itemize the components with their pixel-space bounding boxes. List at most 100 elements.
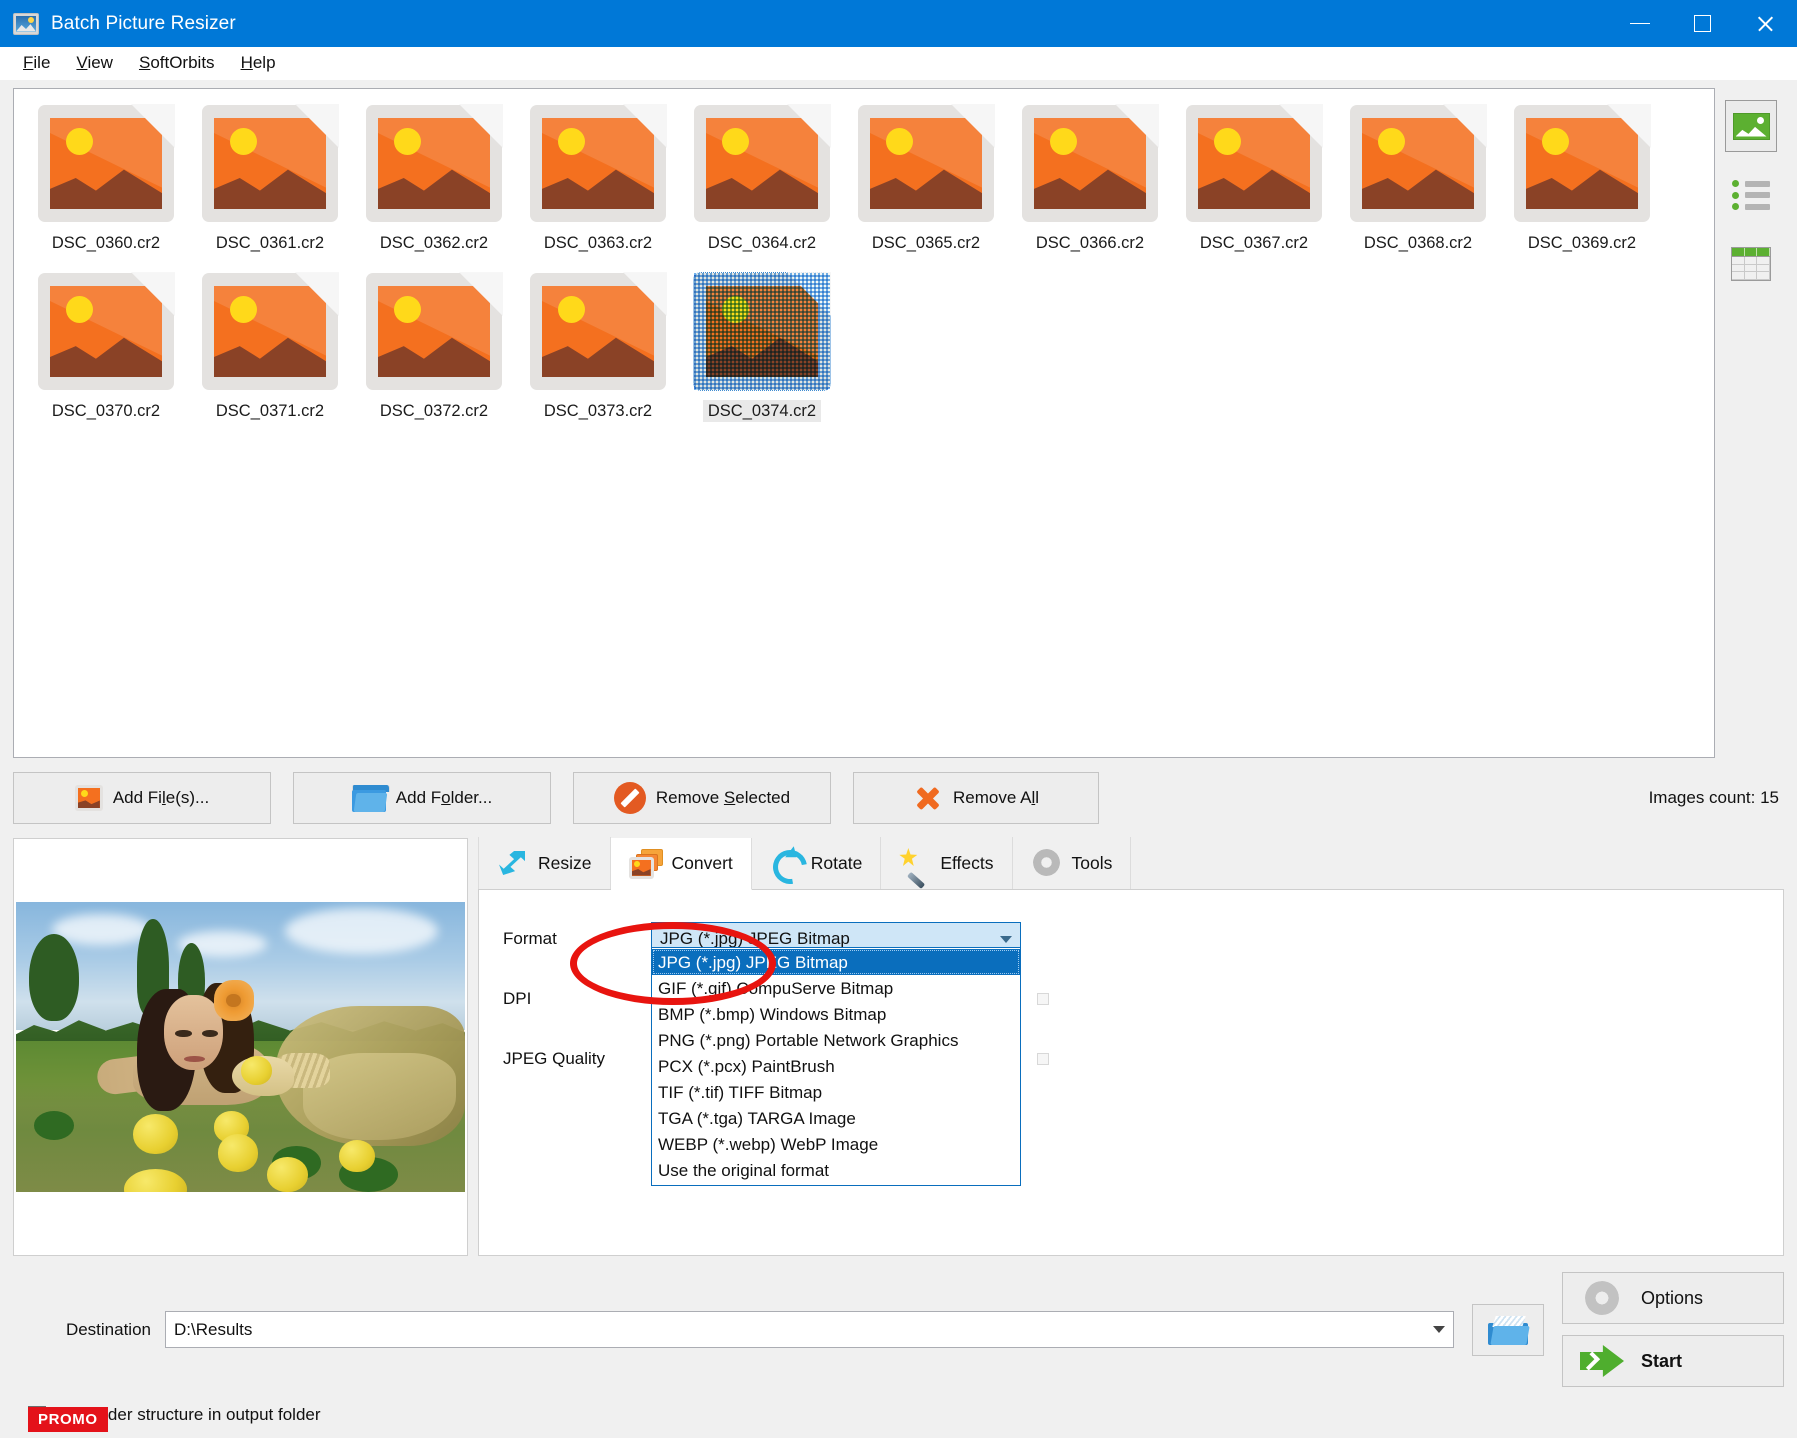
menu-softorbits[interactable]: SoftOrbits — [126, 49, 228, 77]
format-dropdown-list[interactable]: JPG (*.jpg) JPEG Bitmap GIF (*.gif) Comp… — [651, 947, 1021, 1186]
dropdown-option[interactable]: JPG (*.jpg) JPEG Bitmap — [652, 949, 1020, 975]
dropdown-option[interactable]: Use the original format — [652, 1157, 1020, 1183]
tab-effects[interactable]: Effects — [881, 837, 1012, 889]
dropdown-option[interactable]: TGA (*.tga) TARGA Image — [652, 1105, 1020, 1131]
add-files-button[interactable]: Add File(s)... — [13, 772, 271, 824]
open-folder-icon — [1488, 1315, 1528, 1345]
dropdown-option[interactable]: GIF (*.gif) CompuServe Bitmap — [652, 975, 1020, 1001]
menu-bar: FFileile View SoftOrbits Help — [0, 47, 1797, 80]
close-icon — [1756, 14, 1775, 33]
file-list-panel[interactable]: DSC_0360.cr2 DSC_0361.cr2 DSC_0362.cr2 D… — [13, 88, 1715, 758]
convert-images-icon — [629, 849, 663, 879]
remove-all-button[interactable]: Remove All — [853, 772, 1099, 824]
options-button[interactable]: Options — [1562, 1272, 1784, 1324]
add-file-icon — [75, 785, 103, 811]
list-item-label: DSC_0369.cr2 — [1523, 232, 1641, 254]
list-item[interactable]: DSC_0360.cr2 — [24, 99, 188, 254]
image-thumbnail-icon — [1506, 99, 1658, 226]
image-thumbnail-icon — [1342, 99, 1494, 226]
list-item[interactable]: DSC_0367.cr2 — [1172, 99, 1336, 254]
files-row: DSC_0360.cr2 DSC_0361.cr2 DSC_0362.cr2 D… — [0, 80, 1797, 758]
list-view-button[interactable] — [1725, 169, 1777, 221]
list-item[interactable]: DSC_0361.cr2 — [188, 99, 352, 254]
resize-arrows-icon — [497, 848, 529, 878]
remove-all-label: Remove All — [953, 788, 1039, 808]
jpeg-quality-slider[interactable] — [1037, 1053, 1049, 1065]
dropdown-option[interactable]: BMP (*.bmp) Windows Bitmap — [652, 1001, 1020, 1027]
menu-view[interactable]: View — [63, 49, 126, 77]
action-buttons-column: Options Start — [1562, 1272, 1784, 1387]
list-item[interactable]: DSC_0368.cr2 — [1336, 99, 1500, 254]
menu-file[interactable]: FFileile — [10, 49, 63, 77]
maximize-button[interactable] — [1671, 0, 1734, 47]
tab-tools[interactable]: Tools — [1013, 837, 1132, 889]
folder-structure-row[interactable]: Use folder structure in output folder — [0, 1387, 1797, 1425]
list-item[interactable]: DSC_0365.cr2 — [844, 99, 1008, 254]
list-item[interactable]: DSC_0364.cr2 — [680, 99, 844, 254]
promo-badge[interactable]: PROMO — [28, 1407, 108, 1432]
tab-tools-label: Tools — [1072, 853, 1113, 874]
list-item[interactable]: DSC_0372.cr2 — [352, 267, 516, 422]
image-thumbnail-icon — [358, 267, 510, 394]
image-thumbnail-icon — [1178, 99, 1330, 226]
list-item-label: DSC_0373.cr2 — [539, 400, 657, 422]
browse-folder-button[interactable] — [1472, 1304, 1544, 1356]
tab-convert[interactable]: Convert — [611, 838, 752, 890]
app-photo-icon — [13, 13, 39, 35]
close-button[interactable] — [1734, 0, 1797, 47]
list-item-label: DSC_0366.cr2 — [1031, 232, 1149, 254]
images-count-label: Images count: 15 — [1649, 788, 1784, 808]
thumbnail-view-button[interactable] — [1725, 100, 1777, 152]
jpeg-quality-label: JPEG Quality — [503, 1049, 651, 1069]
list-item[interactable]: DSC_0366.cr2 — [1008, 99, 1172, 254]
destination-row: Destination D:\Results Options Start — [0, 1256, 1797, 1387]
list-item-label: DSC_0374.cr2 — [703, 400, 821, 422]
list-item-label: DSC_0364.cr2 — [703, 232, 821, 254]
start-button[interactable]: Start — [1562, 1335, 1784, 1387]
minimize-button[interactable] — [1608, 0, 1671, 47]
convert-tab-content: Format JPG (*.jpg) JPEG Bitmap DPI JPEG … — [478, 890, 1784, 1256]
view-mode-toolbar — [1715, 88, 1787, 758]
tab-convert-label: Convert — [672, 853, 733, 874]
list-item-label: DSC_0363.cr2 — [539, 232, 657, 254]
rotate-arrow-icon — [770, 848, 802, 878]
dropdown-option[interactable]: TIF (*.tif) TIFF Bitmap — [652, 1079, 1020, 1105]
destination-input[interactable]: D:\Results — [165, 1311, 1454, 1348]
image-thumbnail-icon — [850, 99, 1002, 226]
list-item[interactable]: DSC_0362.cr2 — [352, 99, 516, 254]
tab-rotate[interactable]: Rotate — [752, 837, 882, 889]
image-thumbnail-icon — [522, 99, 674, 226]
chevron-down-icon — [1000, 936, 1012, 943]
image-thumbnail-icon — [358, 99, 510, 226]
list-item-label: DSC_0362.cr2 — [375, 232, 493, 254]
list-item-selected[interactable]: DSC_0374.cr2 — [680, 267, 844, 422]
list-item[interactable]: DSC_0373.cr2 — [516, 267, 680, 422]
list-item[interactable]: DSC_0369.cr2 — [1500, 99, 1664, 254]
list-item[interactable]: DSC_0370.cr2 — [24, 267, 188, 422]
dropdown-option[interactable]: WEBP (*.webp) WebP Image — [652, 1131, 1020, 1157]
green-arrow-icon — [1563, 1345, 1641, 1377]
dropdown-option[interactable]: PNG (*.png) Portable Network Graphics — [652, 1027, 1020, 1053]
add-folder-button[interactable]: Add Folder... — [293, 772, 551, 824]
image-thumbnail-icon — [30, 267, 182, 394]
remove-selected-button[interactable]: Remove Selected — [573, 772, 831, 824]
details-view-button[interactable] — [1725, 238, 1777, 290]
window-title: Batch Picture Resizer — [51, 13, 236, 35]
file-actions-toolbar: Add File(s)... Add Folder... Remove Sele… — [0, 758, 1797, 824]
red-x-icon — [913, 783, 943, 813]
dpi-label: DPI — [503, 989, 651, 1009]
add-folder-label: Add Folder... — [396, 788, 492, 808]
chevron-down-icon — [1433, 1326, 1445, 1333]
add-files-label: Add File(s)... — [113, 788, 209, 808]
table-grid-icon — [1731, 247, 1771, 281]
options-label: Options — [1641, 1288, 1703, 1309]
tab-resize[interactable]: Resize — [478, 837, 611, 889]
list-item[interactable]: DSC_0371.cr2 — [188, 267, 352, 422]
menu-help[interactable]: Help — [228, 49, 289, 77]
list-item-label: DSC_0367.cr2 — [1195, 232, 1313, 254]
remove-selected-label: Remove Selected — [656, 788, 790, 808]
dpi-spinner[interactable] — [1037, 993, 1049, 1005]
destination-label: Destination — [13, 1320, 165, 1340]
dropdown-option[interactable]: PCX (*.pcx) PaintBrush — [652, 1053, 1020, 1079]
list-item[interactable]: DSC_0363.cr2 — [516, 99, 680, 254]
